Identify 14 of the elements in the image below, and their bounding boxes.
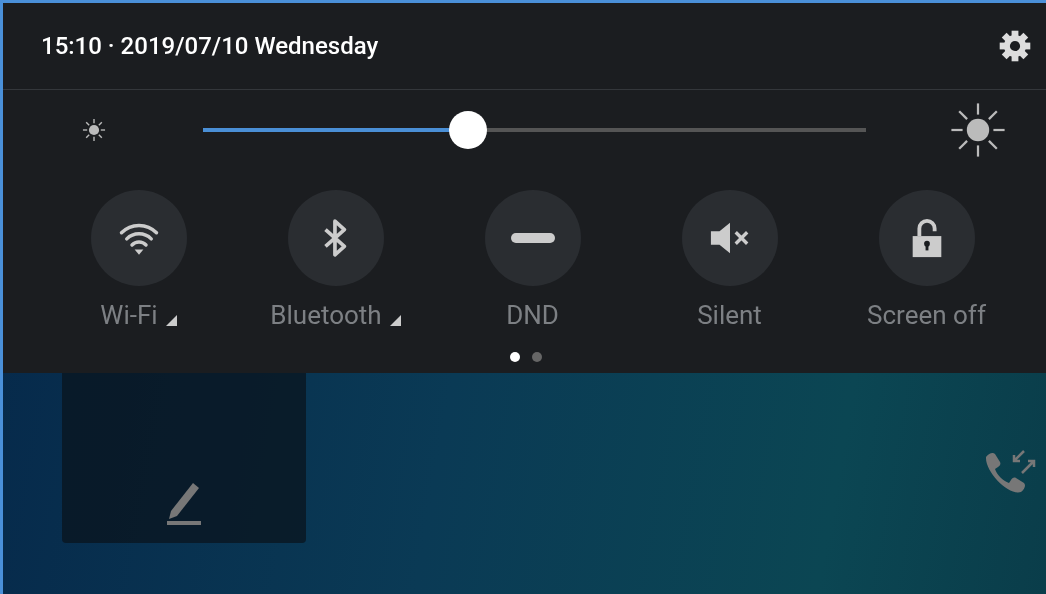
minus-icon bbox=[510, 233, 555, 243]
settings-icon[interactable] bbox=[998, 29, 1032, 63]
date-time: 15:10 · 2019/07/10 Wednesday bbox=[41, 32, 379, 60]
brightness-slider[interactable] bbox=[203, 111, 866, 149]
quick-toggle[interactable]: Wi-Fi bbox=[40, 190, 237, 330]
page-indicator-dot[interactable] bbox=[531, 352, 542, 362]
brightness-icon bbox=[950, 102, 1006, 158]
page-indicator-dot[interactable] bbox=[509, 352, 520, 362]
expand-triangle-icon bbox=[389, 314, 401, 326]
quick-toggle[interactable]: Screen off bbox=[828, 190, 1025, 330]
quick-toggle[interactable]: DND bbox=[434, 190, 631, 330]
quick-toggle[interactable]: Bluetooth bbox=[237, 190, 434, 330]
quick-toggle[interactable]: Silent bbox=[631, 190, 828, 330]
expand-triangle-icon bbox=[165, 314, 177, 326]
